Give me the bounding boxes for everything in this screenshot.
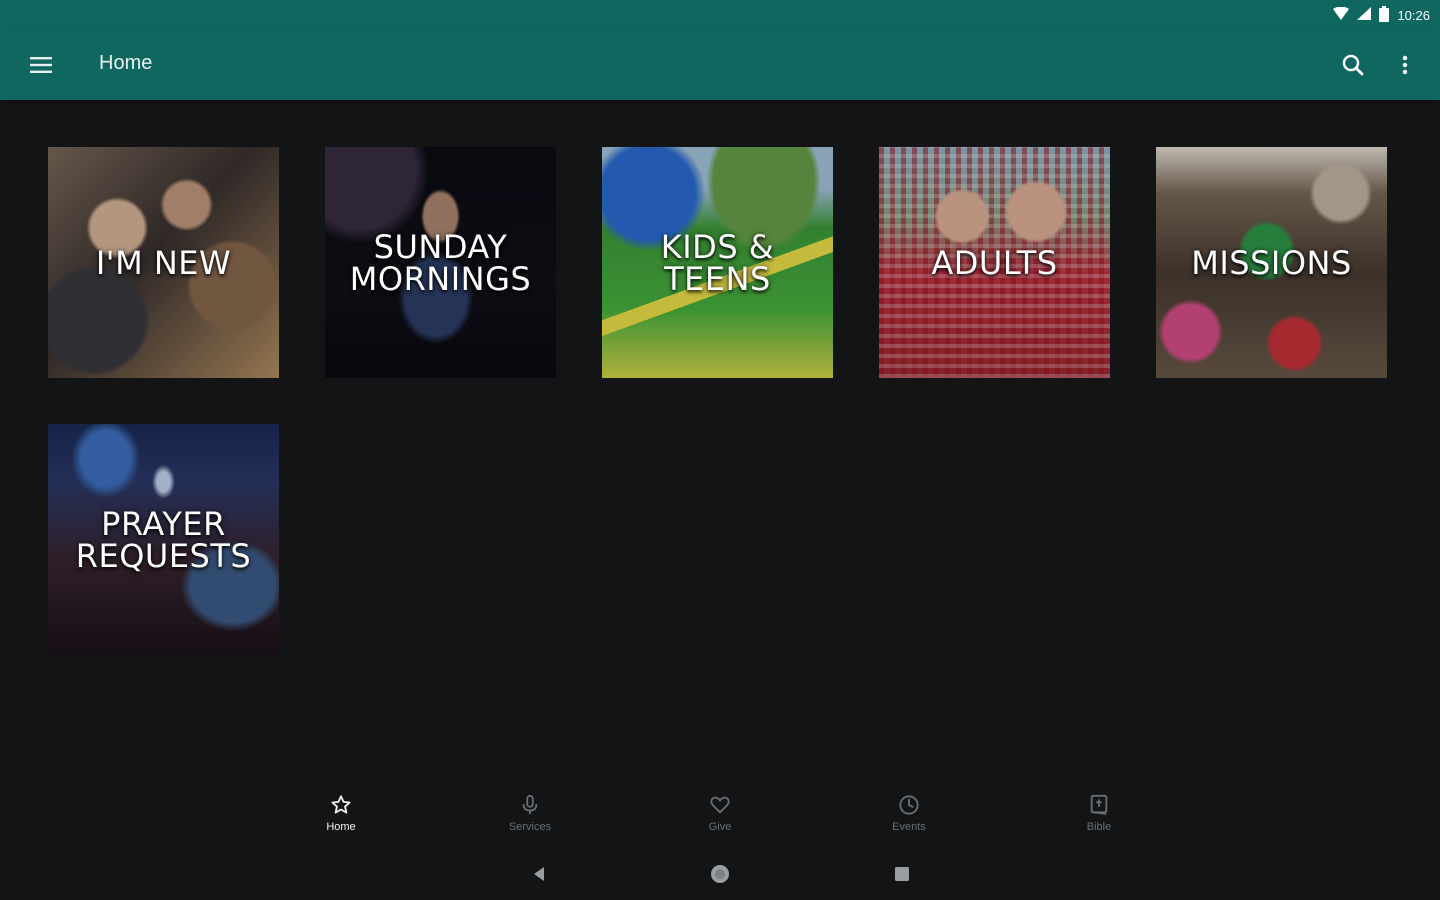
nav-item-home[interactable]: Home — [296, 788, 386, 844]
nav-label-give: Give — [708, 821, 732, 833]
status-time: 10:26 — [1397, 7, 1430, 23]
page-title: Home — [99, 52, 153, 74]
status-bar: 10:26 — [0, 0, 1440, 30]
back-icon[interactable] — [527, 862, 551, 886]
system-navigation-bar — [0, 860, 1440, 888]
recents-icon[interactable] — [890, 862, 914, 886]
tile-grid: I'M NEW SUNDAY MORNINGS KIDS & TEENS ADU… — [48, 147, 1387, 655]
tile-adults[interactable]: ADULTS — [879, 147, 1110, 378]
nav-item-give[interactable]: Give — [675, 788, 765, 844]
bible-icon — [1086, 792, 1112, 818]
nav-label-events: Events — [892, 821, 926, 833]
clock-icon — [896, 792, 922, 818]
nav-item-events[interactable]: Events — [864, 788, 954, 844]
tile-label: SUNDAY MORNINGS — [349, 227, 532, 298]
tile-im-new[interactable]: I'M NEW — [48, 147, 279, 378]
tile-sunday-mornings[interactable]: SUNDAY MORNINGS — [325, 147, 556, 378]
tile-prayer-requests[interactable]: PRAYER REQUESTS — [48, 424, 279, 655]
tile-label: ADULTS — [931, 243, 1058, 282]
tile-label: PRAYER REQUESTS — [75, 504, 252, 575]
nav-item-services[interactable]: Services — [485, 788, 575, 844]
heart-icon — [707, 792, 733, 818]
nav-label-home: Home — [326, 821, 356, 833]
tile-missions[interactable]: MISSIONS — [1156, 147, 1387, 378]
microphone-icon — [517, 792, 543, 818]
wifi-icon — [1333, 6, 1350, 23]
status-icons: 10:26 — [1333, 5, 1430, 25]
star-icon — [328, 792, 354, 818]
signal-icon — [1357, 7, 1372, 23]
nav-label-bible: Bible — [1086, 821, 1112, 833]
battery-icon — [1379, 5, 1390, 25]
more-vert-icon[interactable] — [1386, 46, 1424, 84]
hamburger-menu-icon[interactable] — [22, 46, 60, 84]
bottom-navigation: Home Services Give Events Bible — [0, 788, 1440, 848]
tile-label: I'M NEW — [95, 243, 232, 282]
nav-item-bible[interactable]: Bible — [1054, 788, 1144, 844]
tile-label: MISSIONS — [1191, 243, 1352, 282]
search-icon[interactable] — [1334, 46, 1372, 84]
tile-kids-teens[interactable]: KIDS & TEENS — [602, 147, 833, 378]
home-circle-icon[interactable] — [708, 862, 732, 886]
app-bar: Home — [0, 30, 1440, 100]
nav-label-services: Services — [508, 821, 552, 833]
tile-label: KIDS & TEENS — [660, 227, 775, 298]
